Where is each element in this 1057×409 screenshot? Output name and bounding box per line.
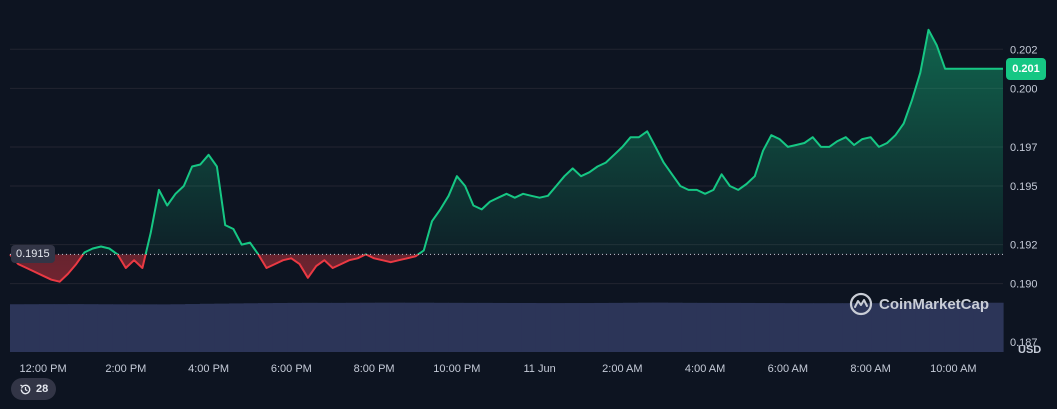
volume-bar — [287, 302, 303, 352]
x-tick-label: 11 Jun — [523, 363, 555, 375]
x-tick-label: 2:00 AM — [602, 363, 642, 375]
price-area-up — [83, 29, 1003, 255]
volume-bar — [740, 302, 756, 352]
x-axis: 12:00 PM 2:00 PM 4:00 PM 6:00 PM 8:00 PM 10:0… — [20, 363, 977, 375]
volume-bar — [506, 302, 522, 352]
volume-bar — [550, 303, 566, 352]
volume-bar — [827, 303, 843, 352]
volume-bar — [68, 304, 84, 352]
volume-bar — [448, 302, 464, 352]
volume-bar — [389, 302, 405, 352]
volume-bar — [433, 302, 449, 352]
volume-bar — [185, 304, 201, 352]
volume-bar — [418, 302, 435, 352]
current-price-badge: 0.201 — [1006, 57, 1046, 80]
brand-watermark: CoinMarketCap — [849, 292, 989, 316]
x-tick-label: 6:00 PM — [271, 363, 312, 375]
volume-bar — [652, 302, 668, 352]
volume-bar — [360, 302, 376, 352]
y-tick-label: 0.197 — [1010, 142, 1038, 154]
volume-bar — [316, 302, 332, 352]
y-tick-label: 0.190 — [1010, 279, 1038, 291]
x-tick-label: 8:00 PM — [354, 363, 395, 375]
history-count: 28 — [36, 383, 49, 395]
volume-bar — [521, 302, 537, 352]
volume-bar — [769, 303, 785, 352]
volume-bar — [112, 304, 128, 352]
volume-bar — [24, 304, 40, 352]
volume-bar — [214, 303, 230, 352]
volume-bar — [170, 304, 186, 352]
x-tick-label: 4:00 AM — [685, 363, 725, 375]
coinmarketcap-logo-icon — [849, 292, 873, 316]
x-tick-label: 6:00 AM — [768, 363, 808, 375]
history-icon — [20, 384, 31, 394]
volume-bar — [535, 303, 551, 352]
volume-bar — [696, 302, 712, 352]
volume-bar — [754, 303, 770, 352]
volume-bar — [462, 302, 478, 352]
volume-bar — [477, 302, 493, 352]
volume-bar — [637, 302, 654, 352]
y-tick-label: 0.195 — [1010, 181, 1038, 193]
volume-bar — [83, 304, 99, 352]
volume-bar — [813, 303, 829, 352]
brand-name: CoinMarketCap — [879, 295, 990, 313]
volume-bar — [272, 302, 289, 352]
volume-bar — [623, 302, 639, 352]
volume-bar — [258, 303, 274, 352]
y-axis: 0.1870.1900.1920.1950.1970.2000.202 — [1010, 44, 1038, 349]
volume-bar — [491, 302, 508, 352]
y-tick-label: 0.192 — [1010, 240, 1038, 252]
price-fill — [10, 29, 1003, 282]
volume-bar — [141, 304, 157, 352]
x-tick-label: 2:00 PM — [105, 363, 146, 375]
x-tick-label: 8:00 AM — [850, 363, 890, 375]
volume-bar — [10, 304, 26, 352]
unit-label: USD — [1018, 344, 1041, 356]
volume-bar — [126, 304, 143, 352]
reference-price-badge: 0.1915 — [11, 245, 55, 264]
x-tick-label: 12:00 PM — [20, 363, 67, 375]
volume-bar — [243, 303, 259, 352]
volume-bar — [156, 304, 172, 352]
x-tick-label: 10:00 PM — [433, 363, 480, 375]
volume-bar — [53, 304, 70, 352]
volume-bar — [331, 302, 347, 352]
price-chart[interactable]: 0.1870.1900.1920.1950.1970.2000.202 12:0… — [0, 0, 1057, 409]
volume-bar — [375, 302, 391, 352]
volume-bar — [404, 302, 420, 352]
volume-bar — [681, 302, 697, 352]
volume-bar — [39, 304, 55, 352]
y-tick-label: 0.202 — [1010, 44, 1038, 56]
volume-bar — [579, 303, 595, 352]
volume-bar — [798, 303, 814, 352]
volume-bar — [229, 303, 245, 352]
volume-bar — [564, 303, 581, 352]
volume-bar — [199, 303, 216, 352]
volume-bar — [667, 302, 683, 352]
volume-bar — [594, 302, 610, 352]
volume-bar — [608, 302, 624, 352]
volume-bar — [345, 302, 362, 352]
volume-bar — [725, 302, 741, 352]
x-tick-label: 4:00 PM — [188, 363, 229, 375]
y-tick-label: 0.200 — [1010, 83, 1038, 95]
volume-bar — [710, 302, 727, 352]
history-button[interactable]: 28 — [11, 378, 57, 400]
volume-bar — [97, 304, 113, 352]
x-tick-label: 10:00 AM — [930, 363, 976, 375]
volume-bar — [783, 303, 800, 352]
volume-bar — [988, 302, 1004, 352]
volume-bar — [302, 302, 318, 352]
